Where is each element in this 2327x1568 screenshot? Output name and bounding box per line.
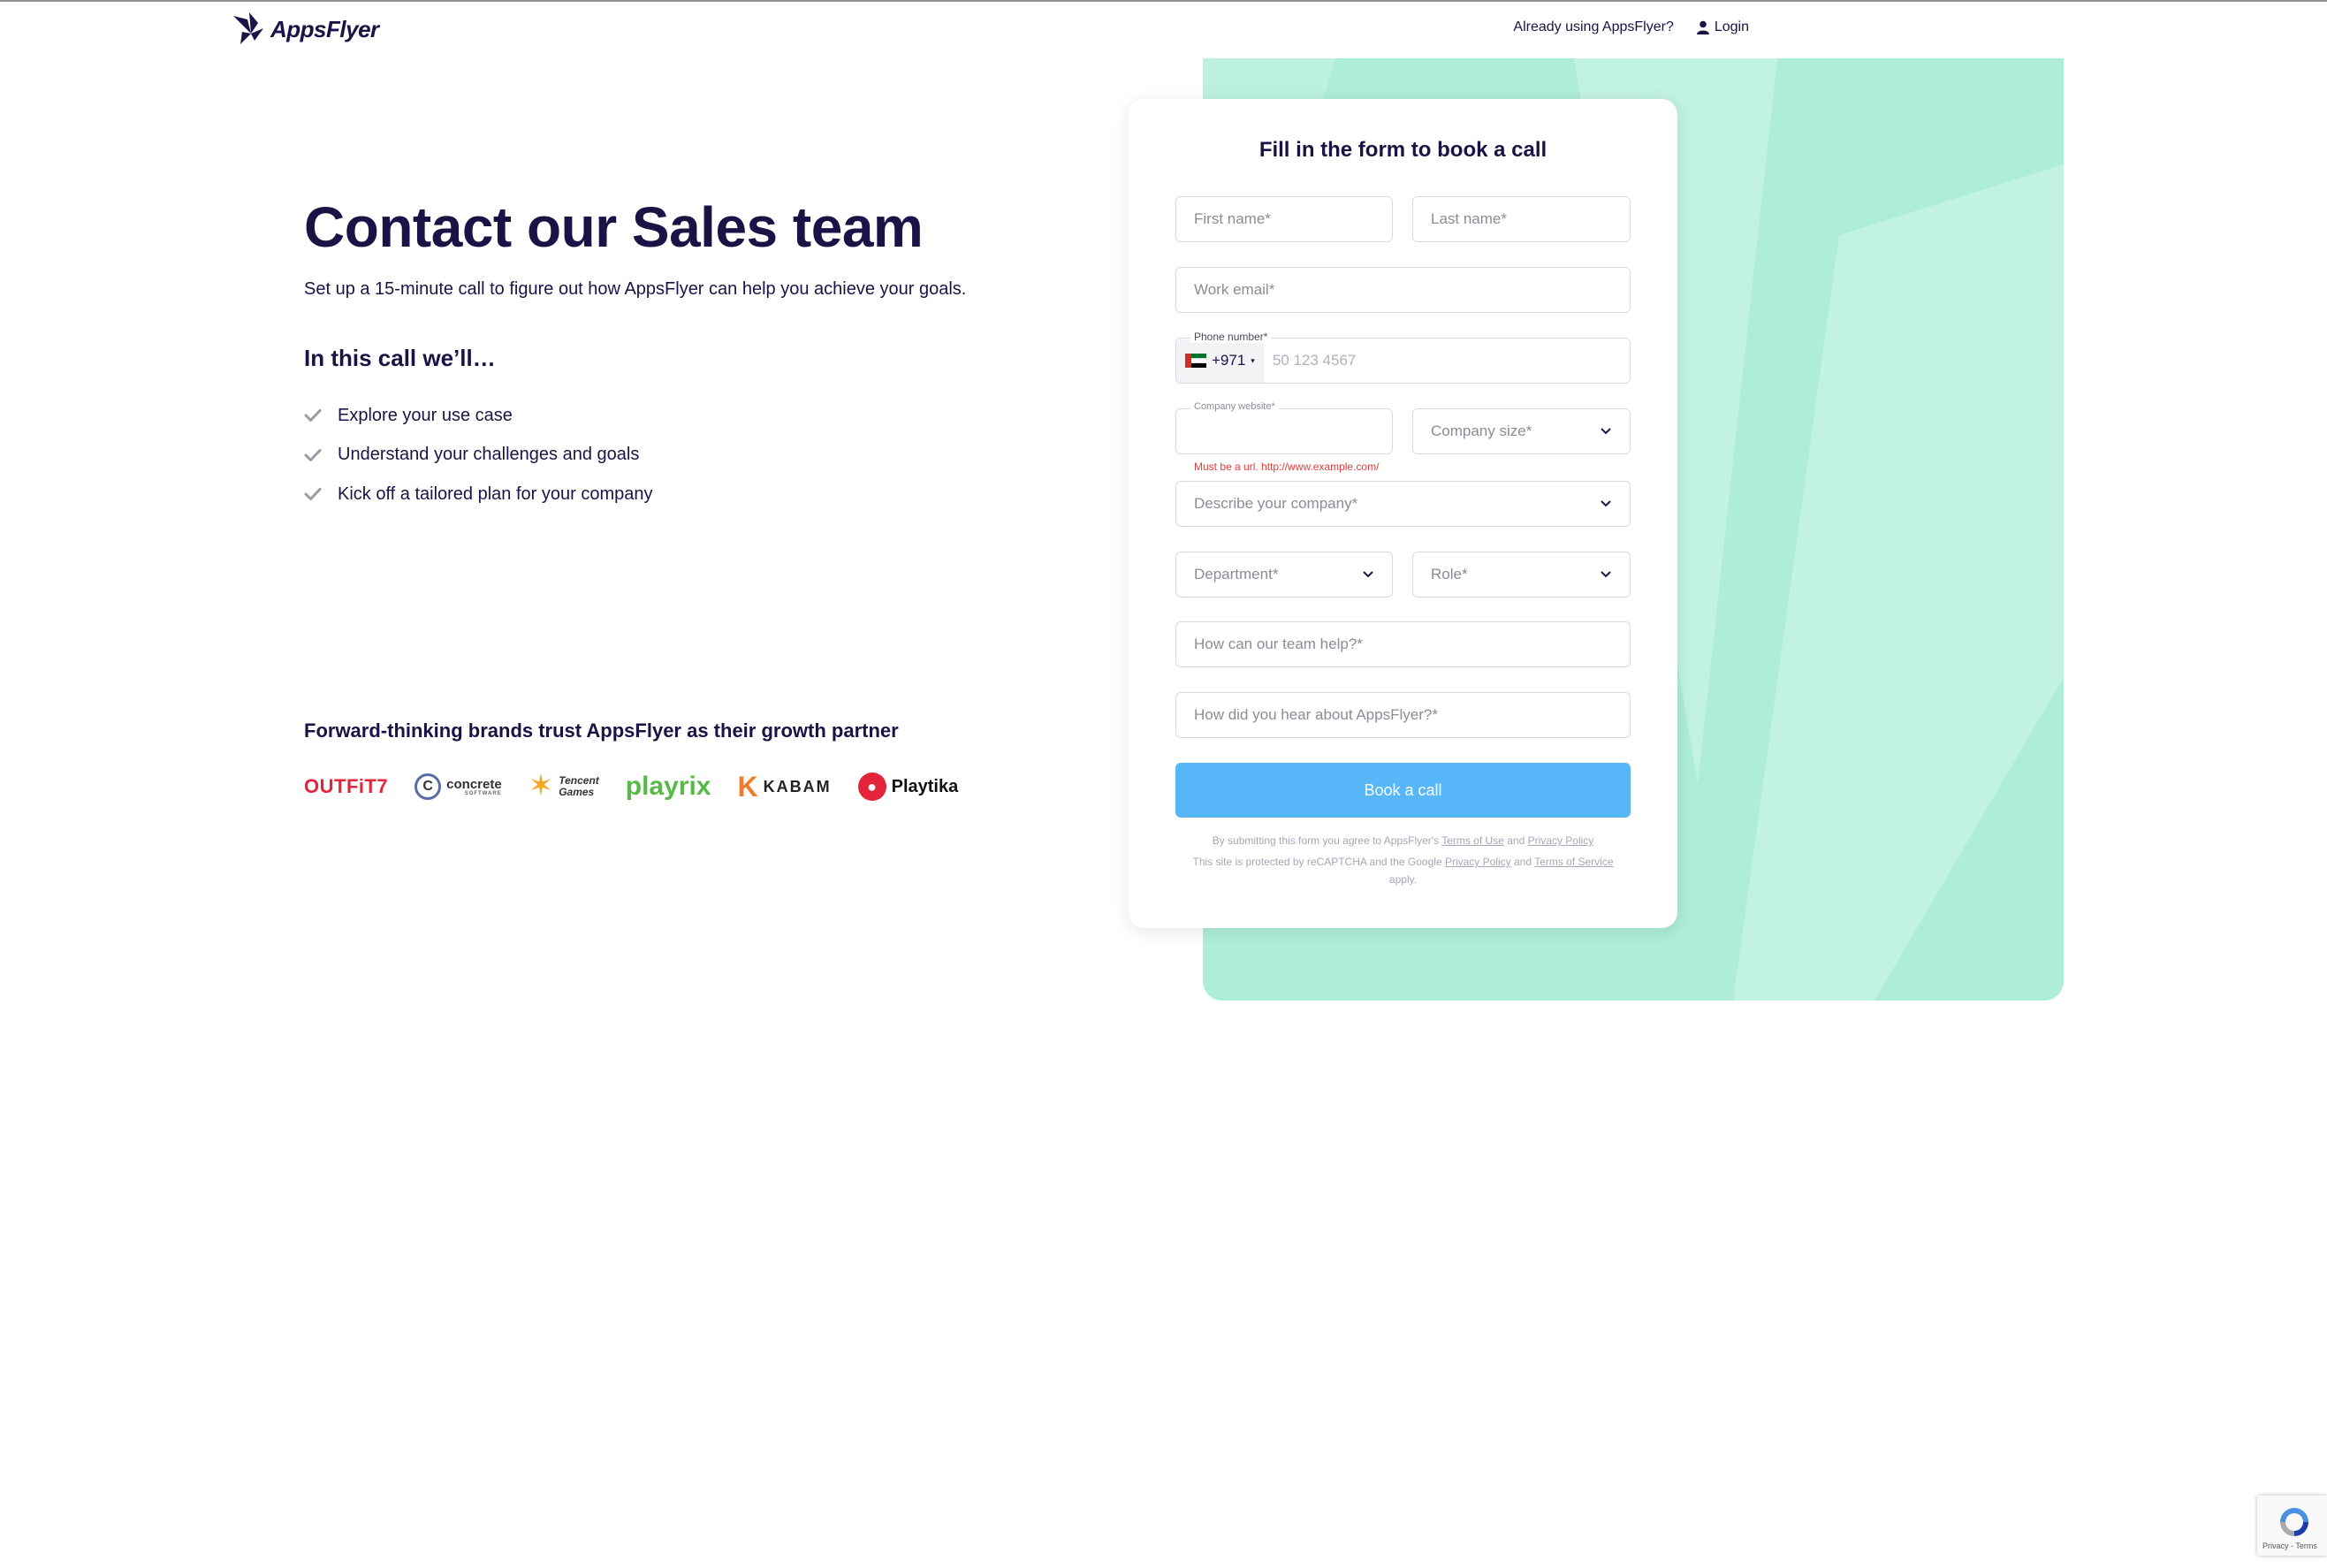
playtika-label: Playtika (891, 776, 959, 796)
tencent-games-logo: ✶ Tencent Games (528, 769, 599, 803)
terms-of-use-link[interactable]: Terms of Use (1441, 834, 1504, 847)
department-placeholder: Department* (1194, 566, 1279, 582)
logo-text: AppsFlyer (270, 15, 379, 42)
benefit-label: Understand your challenges and goals (338, 445, 640, 465)
brands-title: Forward-thinking brands trust AppsFlyer … (304, 719, 899, 742)
terms-of-service-link[interactable]: Terms of Service (1534, 856, 1613, 868)
phone-number-field[interactable]: +971 ▾ 50 123 4567 (1175, 338, 1631, 384)
appsflyer-logo-icon (233, 12, 263, 44)
role-select[interactable]: Role* (1412, 552, 1631, 598)
recaptcha-notice: This site is protected by reCAPTCHA and … (1164, 853, 1642, 888)
concrete-icon: C (414, 773, 442, 800)
list-item: Understand your challenges and goals (304, 436, 652, 476)
work-email-field[interactable]: Work email* (1175, 267, 1631, 313)
and-text: and (1514, 856, 1532, 868)
page-subtitle: Set up a 15-minute call to figure out ho… (304, 279, 967, 300)
caret-down-icon: ▾ (1251, 355, 1255, 365)
list-item: Explore your use case (304, 396, 652, 436)
concrete-label: concrete (446, 776, 502, 792)
kabam-logo: K KABAM (738, 771, 832, 803)
kabam-label: KABAM (763, 777, 832, 795)
chevron-down-icon (1601, 571, 1611, 578)
tencent-star-icon: ✶ (528, 769, 554, 803)
phone-placeholder: 50 123 4567 (1272, 352, 1357, 369)
hero-section: Contact our Sales team Set up a 15-minut… (304, 196, 1011, 300)
outfit7-logo: OUTFiT7 (304, 775, 389, 797)
header-nav: Already using AppsFlyer? Login (1513, 19, 1749, 35)
phone-number-label: Phone number* (1190, 331, 1272, 343)
brand-logos: OUTFiT7 C concrete SOFTWARE ✶ Tencent Ga… (304, 767, 958, 806)
login-label: Login (1714, 19, 1749, 34)
list-item: Kick off a tailored plan for your compan… (304, 475, 652, 514)
tencent-label-2: Games (559, 786, 595, 798)
legal-1-text: By submitting this form you agree to App… (1212, 834, 1440, 847)
team-help-field[interactable]: How can our team help?* (1175, 621, 1631, 667)
concrete-sub: SOFTWARE (464, 790, 502, 796)
appsflyer-logo[interactable]: AppsFlyer (232, 11, 379, 48)
company-website-field[interactable] (1175, 408, 1393, 454)
check-icon (304, 448, 322, 461)
google-privacy-policy-link[interactable]: Privacy Policy (1445, 856, 1511, 868)
apply-text: apply. (1388, 873, 1418, 886)
user-icon (1696, 20, 1709, 34)
check-icon (304, 409, 322, 422)
country-code-select[interactable]: +971 ▾ (1176, 339, 1264, 383)
country-code: +971 (1212, 352, 1246, 369)
kabam-k-icon: K (737, 770, 758, 803)
check-icon (304, 488, 322, 501)
last-name-field[interactable]: Last name* (1412, 196, 1631, 242)
site-header: AppsFlyer Already using AppsFlyer? Login (0, 0, 2327, 58)
playtika-logo: ● Playtika (857, 773, 959, 801)
describe-company-placeholder: Describe your company* (1194, 495, 1358, 512)
company-website-label: Company website* (1190, 401, 1279, 412)
recaptcha-icon (2280, 1508, 2308, 1536)
uae-flag-icon (1185, 354, 1206, 369)
login-link[interactable]: Login (1696, 19, 1749, 35)
company-size-select[interactable]: Company size* (1412, 408, 1631, 454)
legal-2-text: This site is protected by reCAPTCHA and … (1192, 856, 1442, 868)
chevron-down-icon (1601, 500, 1611, 507)
benefits-list: Explore your use case Understand your ch… (304, 396, 652, 514)
first-name-field[interactable]: First name* (1175, 196, 1393, 242)
form-title: Fill in the form to book a call (1259, 138, 1548, 162)
playrix-logo: playrix (625, 772, 711, 801)
already-using-text: Already using AppsFlyer? (1513, 19, 1674, 34)
legal-terms-text: By submitting this form you agree to App… (1164, 832, 1642, 849)
benefit-label: Kick off a tailored plan for your compan… (338, 483, 653, 504)
and-text: and (1507, 834, 1525, 847)
website-error-message: Must be a url. http://www.example.com/ (1194, 461, 1380, 473)
concrete-software-logo: C concrete SOFTWARE (414, 773, 502, 800)
chevron-down-icon (1601, 428, 1611, 435)
playtika-icon: ● (857, 773, 886, 801)
recaptcha-text[interactable]: Privacy - Terms (2262, 1541, 2317, 1550)
benefit-label: Explore your use case (338, 405, 513, 425)
call-section-title: In this call we’ll… (304, 345, 496, 371)
recaptcha-badge[interactable]: Privacy - Terms (2257, 1496, 2327, 1556)
chevron-down-icon (1363, 571, 1373, 578)
hear-about-field[interactable]: How did you hear about AppsFlyer?* (1175, 692, 1631, 738)
book-a-call-button[interactable]: Book a call (1175, 763, 1631, 818)
page-title: Contact our Sales team (304, 195, 924, 259)
department-select[interactable]: Department* (1175, 552, 1393, 598)
describe-company-select[interactable]: Describe your company* (1175, 481, 1631, 527)
role-placeholder: Role* (1431, 566, 1468, 582)
privacy-policy-link[interactable]: Privacy Policy (1528, 834, 1594, 847)
company-size-placeholder: Company size* (1431, 422, 1532, 439)
booking-form: Fill in the form to book a call First na… (1129, 99, 1677, 928)
